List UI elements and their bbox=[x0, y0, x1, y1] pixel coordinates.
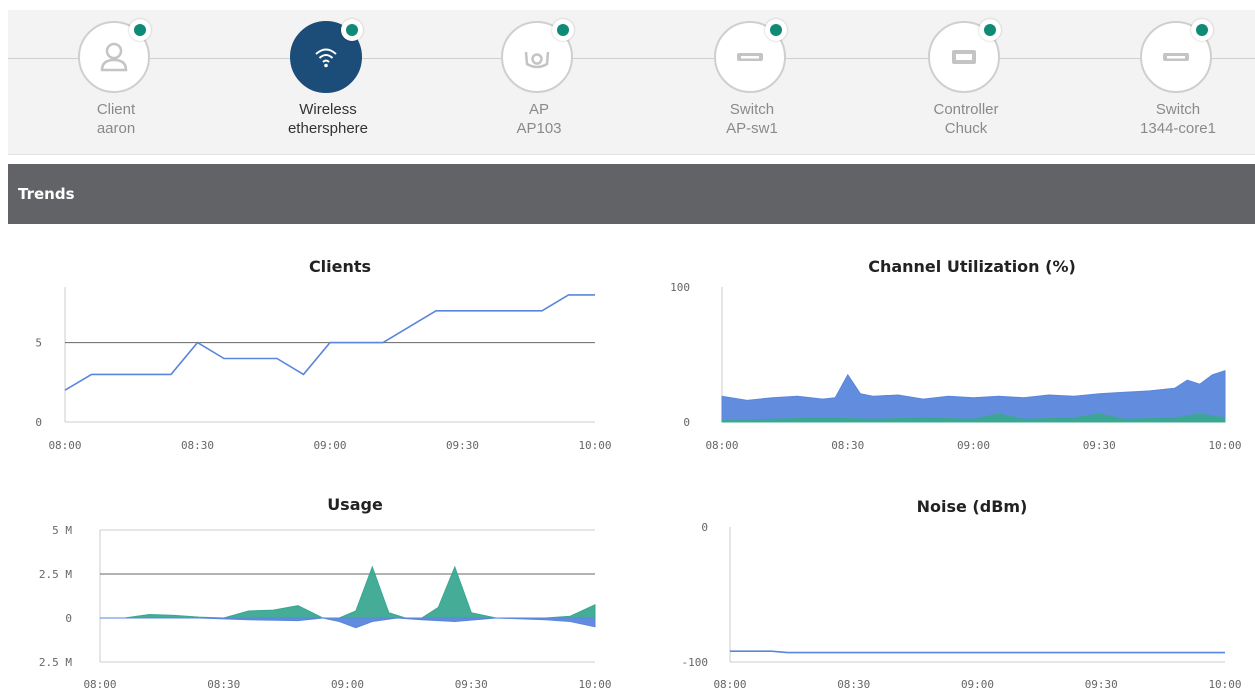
status-online-dot bbox=[765, 19, 787, 41]
node-name-label: Chuck bbox=[944, 120, 988, 137]
node-name-label: ethersphere bbox=[287, 120, 369, 137]
x-tick-label: 08:00 bbox=[83, 678, 116, 690]
trends-header: Trends bbox=[8, 164, 1255, 224]
status-online-dot bbox=[1191, 19, 1213, 41]
x-tick-label: 09:00 bbox=[331, 678, 364, 690]
node-name-label: aaron bbox=[96, 120, 136, 137]
x-tick-label: 08:30 bbox=[837, 678, 870, 690]
trends-title: Trends bbox=[18, 185, 75, 203]
x-tick-label: 08:30 bbox=[207, 678, 240, 690]
chart-title: Noise (dBm) bbox=[917, 497, 1028, 516]
clients-chart: Clients 0 5 08:00 08:30 09:00 09:30 10:00 bbox=[20, 245, 620, 465]
x-tick-label: 08:00 bbox=[705, 439, 738, 452]
usage-chart: Usage 5 M 2.5 M 0 2.5 M 08:00 08:30 09:00 09:30 1… bbox=[20, 485, 620, 690]
topology-connector-line bbox=[8, 58, 1255, 59]
x-tick-label: 10:00 bbox=[578, 678, 611, 690]
y-tick-label: 2.5 M bbox=[39, 568, 72, 581]
node-type-label: Client bbox=[96, 101, 136, 118]
y-tick-label: -100 bbox=[682, 656, 709, 669]
node-type-label: Wireless bbox=[299, 101, 357, 118]
x-tick-label: 09:00 bbox=[961, 678, 994, 690]
x-tick-label: 08:30 bbox=[181, 439, 214, 452]
channel-utilization-chart-svg: Channel Utilization (%) 0 100 08:00 08:30 09:… bbox=[670, 257, 1241, 452]
x-tick-label: 08:00 bbox=[713, 678, 746, 690]
x-tick-label: 10:00 bbox=[1208, 678, 1241, 690]
noise-chart-svg: Noise (dBm) -100 0 08:00 08:30 09:00 09:30 10:0… bbox=[682, 497, 1242, 690]
x-tick-label: 09:30 bbox=[1083, 439, 1116, 452]
node-type-label: Controller bbox=[933, 101, 999, 118]
channel-utilization-chart: Channel Utilization (%) 0 100 08:00 08:30 09:… bbox=[660, 245, 1255, 465]
usage-chart-svg: Usage 5 M 2.5 M 0 2.5 M 08:00 08:30 09:00 09:30 1… bbox=[39, 495, 612, 690]
y-tick-label: 5 M bbox=[52, 524, 72, 537]
node-type-label: Switch bbox=[729, 101, 775, 118]
series-area-0 bbox=[100, 565, 596, 619]
x-tick-label: 09:30 bbox=[446, 439, 479, 452]
x-tick-label: 09:30 bbox=[1085, 678, 1118, 690]
switch-icon bbox=[1163, 53, 1189, 61]
y-tick-label: 0 bbox=[701, 521, 708, 534]
controller-icon bbox=[952, 50, 976, 64]
node-type-label: AP bbox=[528, 101, 549, 118]
x-tick-label: 09:00 bbox=[313, 439, 346, 452]
x-tick-label: 08:00 bbox=[48, 439, 81, 452]
x-tick-label: 10:00 bbox=[1208, 439, 1241, 452]
chart-title: Clients bbox=[309, 257, 371, 276]
chart-title: Usage bbox=[327, 495, 383, 514]
x-tick-label: 09:30 bbox=[455, 678, 488, 690]
client-icon bbox=[100, 42, 128, 72]
series-line-0 bbox=[730, 650, 1225, 654]
access-point-icon bbox=[524, 51, 550, 69]
series-area-1 bbox=[100, 617, 596, 629]
status-online-dot bbox=[552, 19, 574, 41]
wifi-icon bbox=[315, 48, 337, 68]
series-area-0 bbox=[721, 370, 1226, 423]
topology-bar: Client aaron Wireless ethersphere AP AP1… bbox=[8, 10, 1255, 155]
status-online-dot bbox=[979, 19, 1001, 41]
noise-chart: Noise (dBm) -100 0 08:00 08:30 09:00 09:30 10:0… bbox=[660, 485, 1255, 690]
chart-title: Channel Utilization (%) bbox=[868, 257, 1076, 276]
x-tick-label: 10:00 bbox=[578, 439, 611, 452]
y-tick-label: 0 bbox=[35, 416, 42, 429]
y-tick-label: 100 bbox=[670, 281, 690, 294]
status-online-dot bbox=[341, 19, 363, 41]
x-tick-label: 09:00 bbox=[957, 439, 990, 452]
y-tick-label: 2.5 M bbox=[39, 656, 72, 669]
node-name-label: AP103 bbox=[516, 120, 562, 137]
x-tick-label: 08:30 bbox=[831, 439, 864, 452]
y-tick-label: 5 bbox=[35, 337, 42, 350]
y-tick-label: 0 bbox=[65, 612, 72, 625]
node-name-label: AP-sw1 bbox=[726, 120, 778, 137]
node-type-label: Switch bbox=[1155, 101, 1201, 118]
node-name-label: 1344-core1 bbox=[1140, 120, 1216, 137]
status-online-dot bbox=[129, 19, 151, 41]
switch-icon bbox=[737, 53, 763, 61]
clients-chart-svg: Clients 0 5 08:00 08:30 09:00 09:30 10:00 bbox=[35, 257, 611, 452]
y-tick-label: 0 bbox=[683, 416, 690, 429]
